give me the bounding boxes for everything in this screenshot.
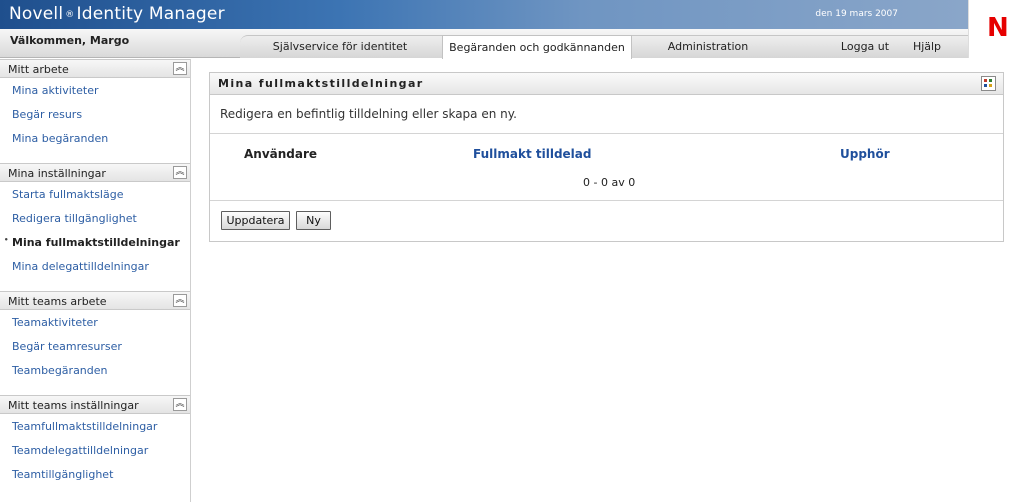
panel-description: Redigera en befintlig tilldelning eller … <box>220 107 517 121</box>
current-date: den 19 mars 2007 <box>815 9 898 19</box>
divider <box>210 200 1003 201</box>
sidebar-item-team-delegate-assignments[interactable]: Teamdelegattilldelningar <box>12 444 148 457</box>
sidebar-item-team-proxy-assignments[interactable]: Teamfullmaktstilldelningar <box>12 420 157 433</box>
sidebar-item-edit-availability[interactable]: Redigera tillgänglighet <box>12 212 137 225</box>
sidebar-item-team-availability[interactable]: Teamtillgänglighet <box>12 468 113 481</box>
sidebar-item-request-team-resources[interactable]: Begär teamresurser <box>12 340 122 353</box>
app-title: Novell ® Identity Manager <box>9 4 225 24</box>
collapse-icon[interactable]: ︽ <box>173 62 187 75</box>
registered-mark: ® <box>65 10 75 20</box>
section-title: Mitt teams arbete <box>8 295 107 308</box>
section-title: Mina inställningar <box>8 167 106 180</box>
column-header-user: Användare <box>244 147 318 161</box>
sidebar-item-my-delegate-assignments[interactable]: Mina delegattilldelningar <box>12 260 149 273</box>
column-header-proxy-assigned[interactable]: Fullmakt tilldelad <box>473 147 591 161</box>
brand-bar: Novell ® Identity Manager den 19 mars 2007 <box>0 0 968 29</box>
novell-logo-icon: N <box>987 13 1009 43</box>
tab-requests-approvals[interactable]: Begäranden och godkännanden <box>442 35 632 59</box>
collapse-icon[interactable]: ︽ <box>173 294 187 307</box>
novell-logo: N <box>968 0 1024 58</box>
settings-grid-icon[interactable] <box>981 76 996 91</box>
panel-title: Mina fullmaktstilldelningar <box>218 77 424 90</box>
sidebar-item-start-proxy-mode[interactable]: Starta fullmaktsläge <box>12 188 123 201</box>
sidebar-item-my-proxy-assignments[interactable]: Mina fullmaktstilldelningar <box>4 236 180 249</box>
panel-header: Mina fullmaktstilldelningar <box>210 73 1003 95</box>
sidebar-item-team-requests[interactable]: Teambegäranden <box>12 364 108 377</box>
logout-link[interactable]: Logga ut <box>830 35 900 58</box>
column-header-expires[interactable]: Upphör <box>840 147 890 161</box>
brand-name: Novell <box>9 4 64 24</box>
section-title: Mitt arbete <box>8 63 69 76</box>
sidebar-item-my-activities[interactable]: Mina aktiviteter <box>12 84 99 97</box>
result-count: 0 - 0 av 0 <box>583 176 636 189</box>
help-link[interactable]: Hjälp <box>902 35 952 58</box>
section-team-work: Mitt teams arbete ︽ <box>0 291 190 310</box>
tab-strip: Självservice för identitet Begäranden oc… <box>240 35 968 59</box>
sidebar-item-request-resource[interactable]: Begär resurs <box>12 108 82 121</box>
sidebar: Mitt arbete ︽ Mina aktiviteter Begär res… <box>0 59 191 502</box>
section-title: Mitt teams inställningar <box>8 399 139 412</box>
collapse-icon[interactable]: ︽ <box>173 398 187 411</box>
divider <box>210 133 1003 134</box>
section-team-settings: Mitt teams inställningar ︽ <box>0 395 190 414</box>
section-my-work: Mitt arbete ︽ <box>0 59 190 78</box>
welcome-message: Välkommen, Margo <box>10 34 130 47</box>
sidebar-item-team-activities[interactable]: Teamaktiviteter <box>12 316 98 329</box>
collapse-icon[interactable]: ︽ <box>173 166 187 179</box>
product-name: Identity Manager <box>76 4 225 24</box>
new-button[interactable]: Ny <box>296 211 331 230</box>
tab-administration[interactable]: Administration <box>658 35 758 58</box>
refresh-button[interactable]: Uppdatera <box>221 211 290 230</box>
tab-identity-self-service[interactable]: Självservice för identitet <box>256 35 424 58</box>
section-my-settings: Mina inställningar ︽ <box>0 163 190 182</box>
proxy-assignments-panel: Mina fullmaktstilldelningar Redigera en … <box>209 72 1004 242</box>
sidebar-item-my-requests[interactable]: Mina begäranden <box>12 132 108 145</box>
